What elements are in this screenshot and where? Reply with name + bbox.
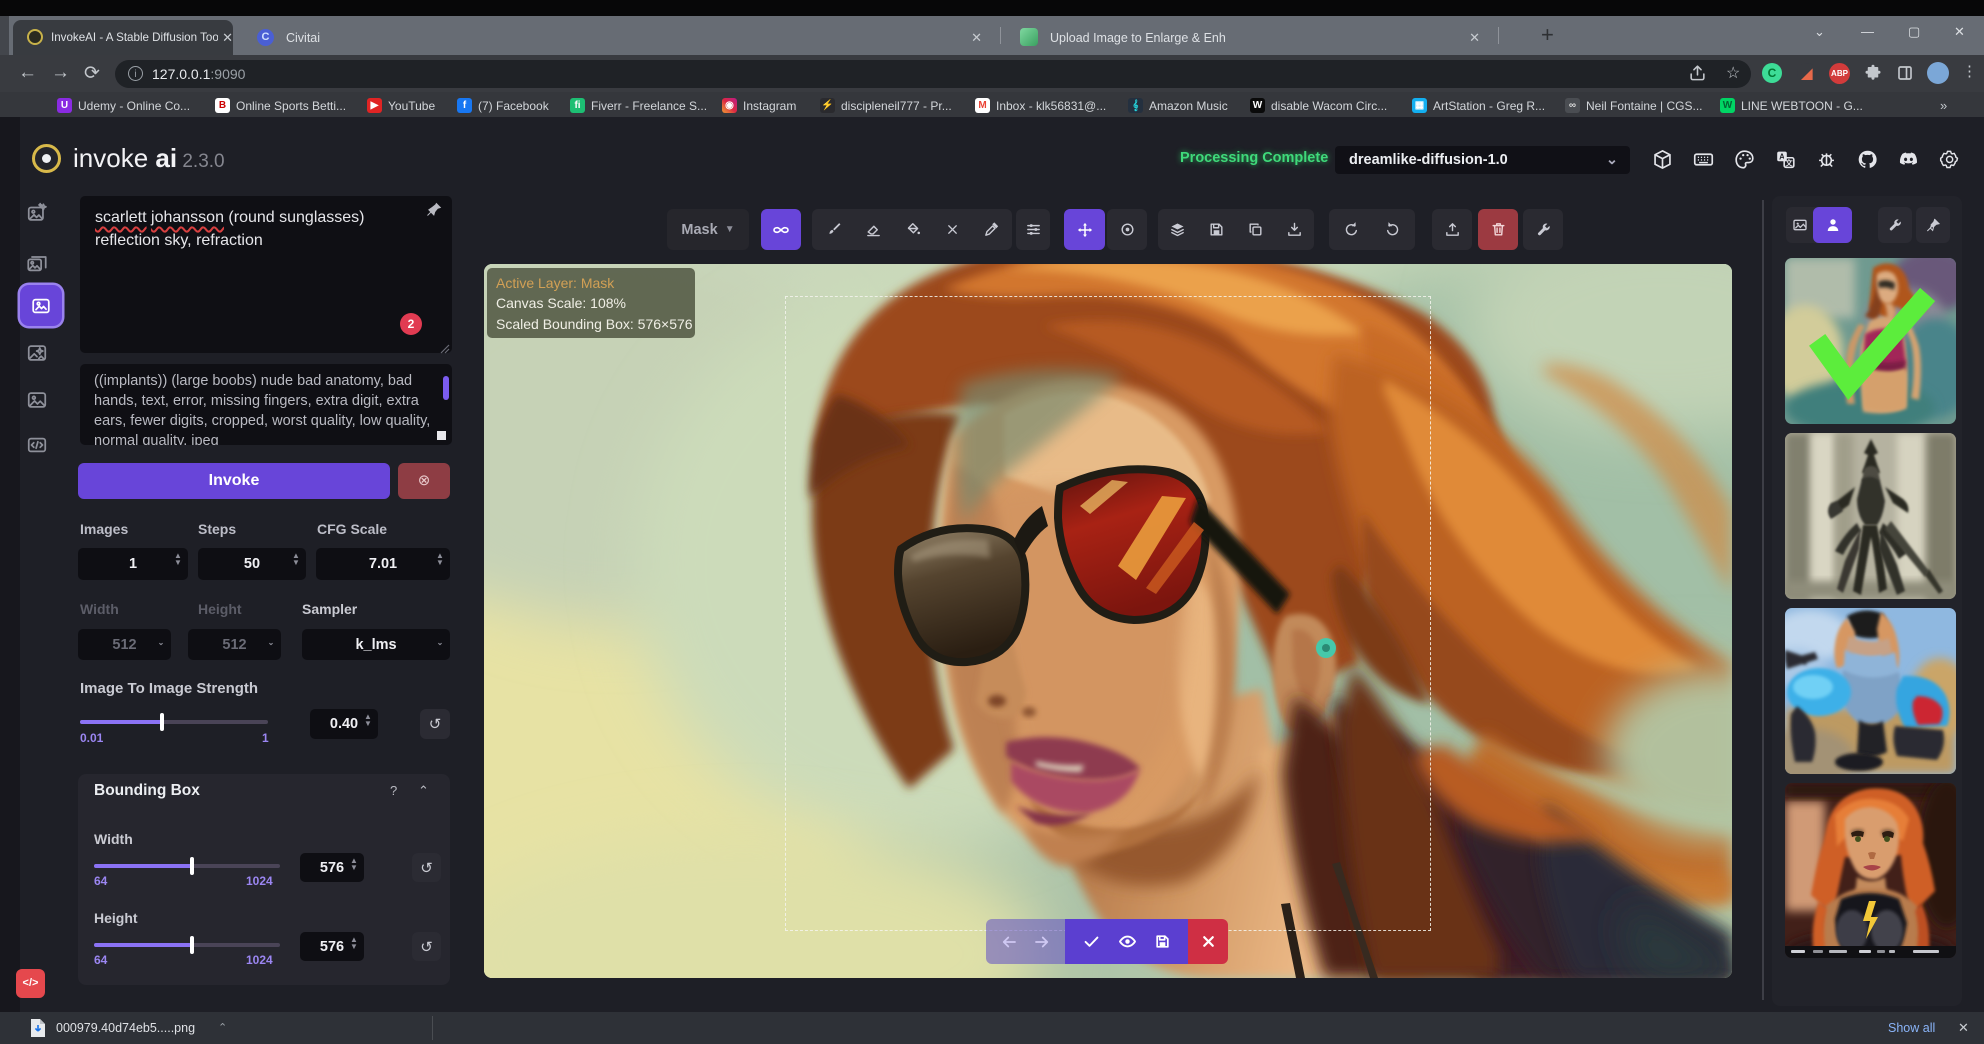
svg-text:文: 文 (1785, 157, 1793, 167)
